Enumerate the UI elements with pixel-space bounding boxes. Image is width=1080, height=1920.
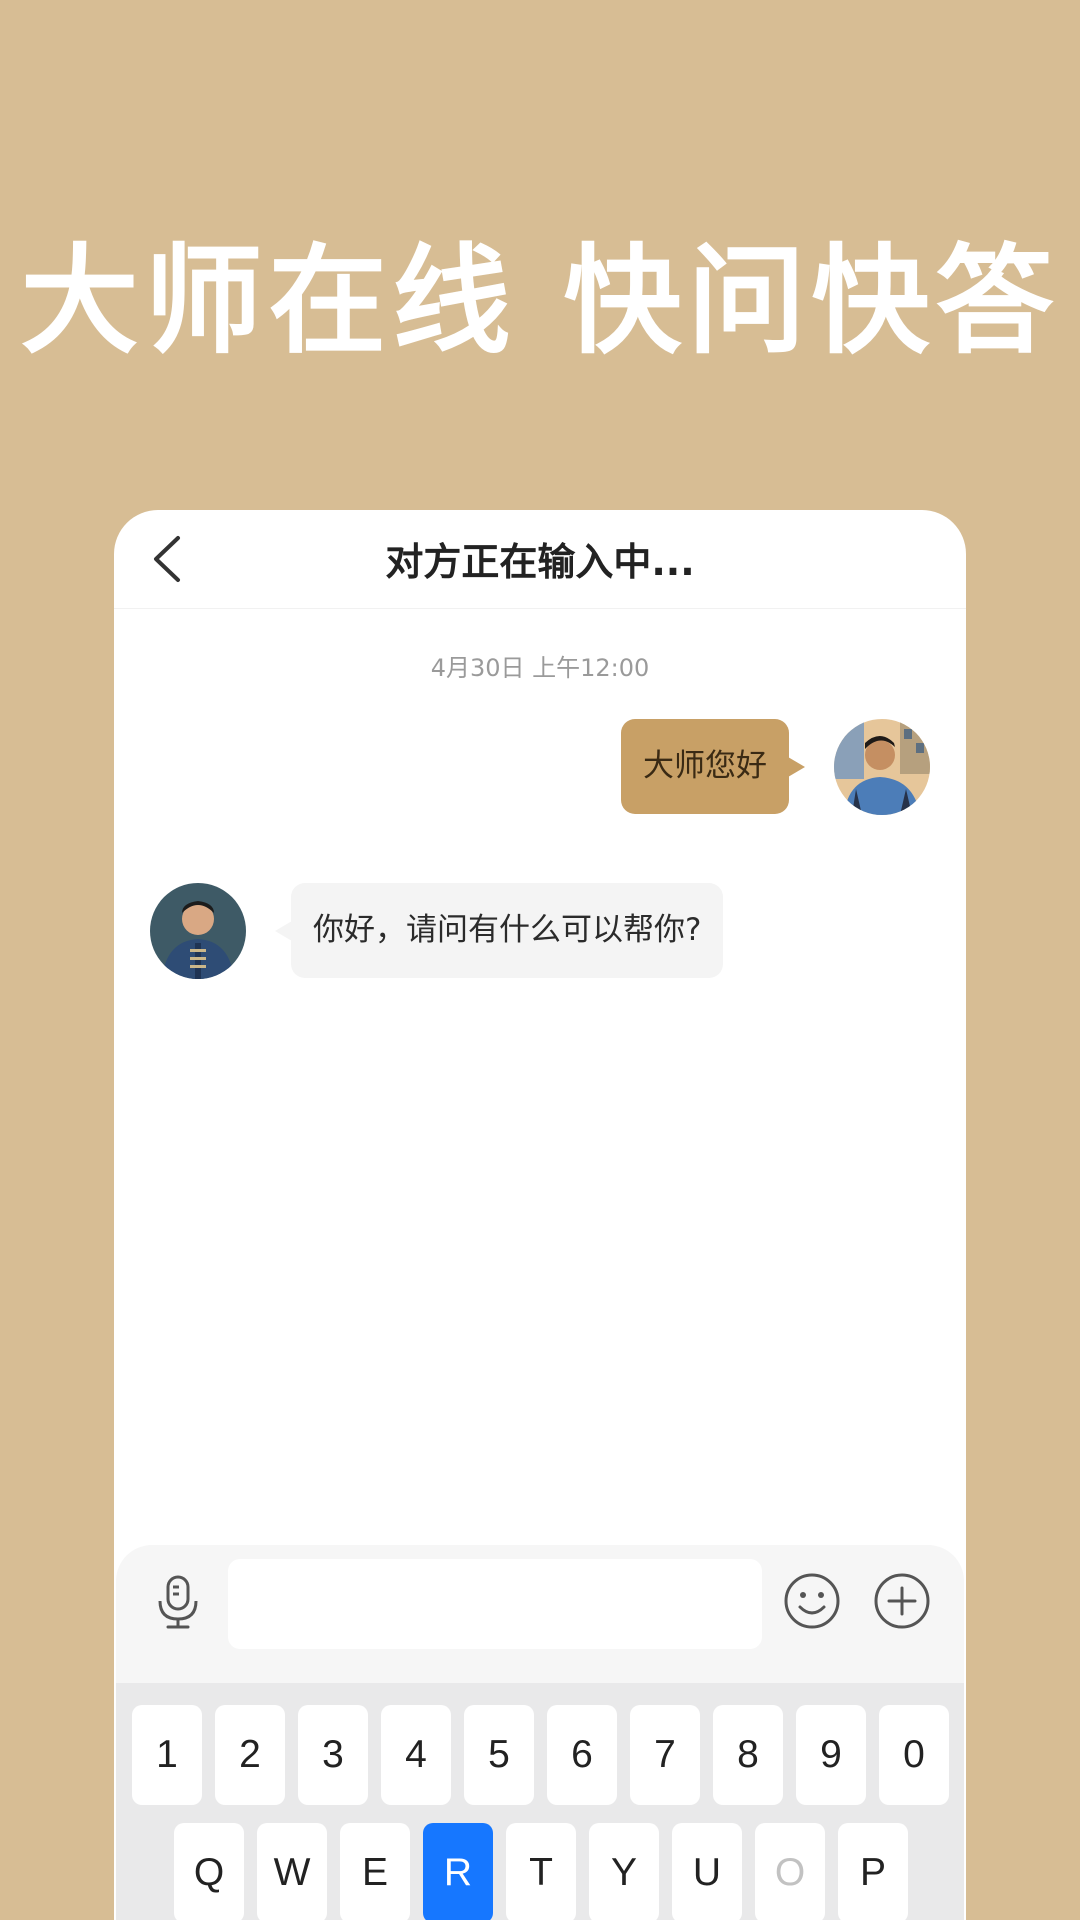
key-4[interactable]: 4 [381, 1705, 451, 1805]
key-o[interactable]: O [755, 1823, 825, 1920]
key-0[interactable]: 0 [879, 1705, 949, 1805]
key-q[interactable]: Q [174, 1823, 244, 1920]
chat-screen: 对方正在输入中... 4月30日 上午12:00 大师您好 你好，请问有什么可以… [114, 510, 966, 1920]
more-button[interactable] [870, 1569, 934, 1633]
nav-bar: 对方正在输入中... [114, 510, 966, 609]
message-bubble-incoming[interactable]: 你好，请问有什么可以帮你? [274, 883, 724, 978]
key-u[interactable]: U [672, 1823, 742, 1920]
user-avatar[interactable] [834, 719, 930, 815]
key-5[interactable]: 5 [464, 1705, 534, 1805]
headline: 大师在线 快问快答 [20, 232, 1060, 370]
message-bubble-outgoing[interactable]: 大师您好 [621, 719, 805, 814]
key-7[interactable]: 7 [630, 1705, 700, 1805]
key-r[interactable]: R [423, 1823, 493, 1920]
key-w[interactable]: W [257, 1823, 327, 1920]
chat-title: 对方正在输入中... [385, 540, 695, 584]
keyboard: 1 2 3 4 5 6 7 8 9 0 Q W E R T Y U O P [116, 1683, 964, 1920]
voice-button[interactable] [146, 1569, 210, 1633]
message-input[interactable] [228, 1559, 762, 1649]
key-1[interactable]: 1 [132, 1705, 202, 1805]
emoji-icon [784, 1573, 840, 1629]
key-8[interactable]: 8 [713, 1705, 783, 1805]
key-6[interactable]: 6 [547, 1705, 617, 1805]
key-2[interactable]: 2 [215, 1705, 285, 1805]
key-e[interactable]: E [340, 1823, 410, 1920]
plus-circle-icon [874, 1573, 930, 1629]
master-avatar[interactable] [150, 883, 246, 979]
message-timestamp: 4月30日 上午12:00 [430, 654, 650, 682]
emoji-button[interactable] [780, 1569, 844, 1633]
key-3[interactable]: 3 [298, 1705, 368, 1805]
key-9[interactable]: 9 [796, 1705, 866, 1805]
key-t[interactable]: T [506, 1823, 576, 1920]
key-y[interactable]: Y [589, 1823, 659, 1920]
key-p[interactable]: P [838, 1823, 908, 1920]
microphone-icon [158, 1575, 198, 1629]
message-input-bar [116, 1545, 964, 1685]
